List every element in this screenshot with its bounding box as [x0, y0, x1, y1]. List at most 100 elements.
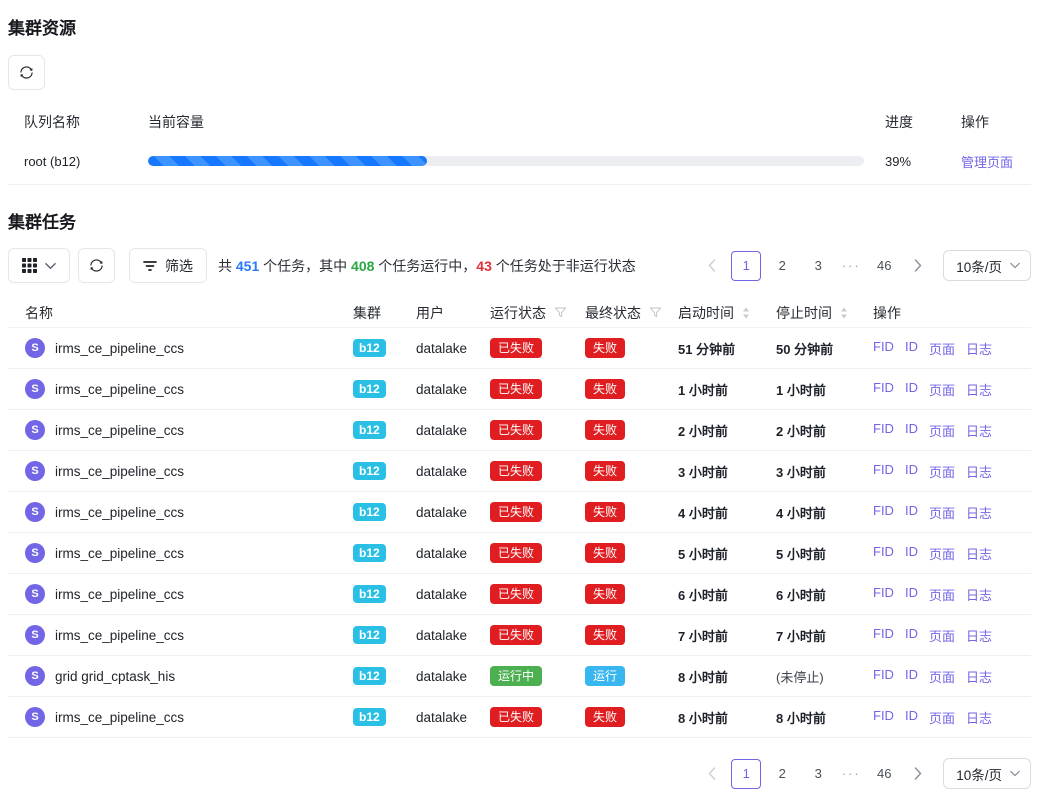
log-link[interactable]: 日志 — [966, 585, 992, 604]
refresh-tasks-button[interactable] — [78, 248, 115, 283]
id-link[interactable]: ID — [905, 708, 918, 727]
manage-page-link[interactable]: 管理页面 — [961, 155, 1013, 170]
id-link[interactable]: ID — [905, 667, 918, 686]
pagination-top: 1 2 3 ··· 46 10条/页 — [699, 250, 1031, 281]
table-row: S irms_ce_pipeline_ccs b12 datalake 已失败 … — [8, 615, 1031, 656]
page-link[interactable]: 页面 — [929, 503, 955, 522]
log-link[interactable]: 日志 — [966, 503, 992, 522]
page-button-1[interactable]: 1 — [731, 251, 761, 281]
run-status-badge: 已失败 — [490, 461, 542, 481]
page-link[interactable]: 页面 — [929, 708, 955, 727]
fid-link[interactable]: FID — [873, 380, 894, 399]
log-link[interactable]: 日志 — [966, 339, 992, 358]
page-ellipsis[interactable]: ··· — [839, 258, 863, 273]
fid-link[interactable]: FID — [873, 708, 894, 727]
funnel-icon[interactable] — [554, 306, 567, 319]
table-row: S irms_ce_pipeline_ccs b12 datalake 已失败 … — [8, 533, 1031, 574]
log-link[interactable]: 日志 — [966, 544, 992, 563]
page-link[interactable]: 页面 — [929, 339, 955, 358]
log-link[interactable]: 日志 — [966, 421, 992, 440]
queue-name: root (b12) — [24, 154, 148, 169]
stop-time: 4 小时前 — [776, 503, 873, 522]
page-size-select[interactable]: 10条/页 — [943, 758, 1031, 789]
final-status-badge: 失败 — [585, 584, 625, 604]
page-button-last[interactable]: 46 — [869, 759, 899, 789]
prev-page-button[interactable] — [699, 251, 725, 281]
page-button-3[interactable]: 3 — [803, 251, 833, 281]
col-resource-ops: 操作 — [933, 112, 1023, 132]
page-button-2[interactable]: 2 — [767, 759, 797, 789]
id-link[interactable]: ID — [905, 462, 918, 481]
refresh-resources-button[interactable] — [8, 55, 45, 90]
id-link[interactable]: ID — [905, 380, 918, 399]
summary-text: 个任务处于非运行状态 — [492, 258, 636, 274]
spark-avatar: S — [25, 502, 45, 522]
grid-icon — [22, 258, 37, 273]
filter-button[interactable]: 筛选 — [129, 248, 207, 283]
tasks-table-header: 名称 集群 用户 运行状态 最终状态 启动时间 停止时间 操作 — [8, 298, 1031, 328]
task-name: irms_ce_pipeline_ccs — [55, 464, 184, 479]
stop-time: 6 小时前 — [776, 585, 873, 604]
page-link[interactable]: 页面 — [929, 462, 955, 481]
page-link[interactable]: 页面 — [929, 585, 955, 604]
fid-link[interactable]: FID — [873, 462, 894, 481]
page-link[interactable]: 页面 — [929, 667, 955, 686]
funnel-icon[interactable] — [649, 306, 662, 319]
id-link[interactable]: ID — [905, 585, 918, 604]
tasks-table-body: S irms_ce_pipeline_ccs b12 datalake 已失败 … — [8, 328, 1031, 738]
fid-link[interactable]: FID — [873, 626, 894, 645]
user-name: datalake — [416, 546, 490, 561]
task-name: irms_ce_pipeline_ccs — [55, 546, 184, 561]
page-size-label: 10条/页 — [956, 764, 1002, 784]
failed-count: 43 — [476, 258, 492, 274]
log-link[interactable]: 日志 — [966, 380, 992, 399]
fid-link[interactable]: FID — [873, 544, 894, 563]
sorter-icon[interactable] — [742, 307, 750, 319]
column-settings-button[interactable] — [8, 248, 70, 283]
fid-link[interactable]: FID — [873, 667, 894, 686]
final-status-badge: 失败 — [585, 625, 625, 645]
table-row: S irms_ce_pipeline_ccs b12 datalake 已失败 … — [8, 697, 1031, 738]
cluster-badge: b12 — [353, 339, 386, 357]
page-link[interactable]: 页面 — [929, 421, 955, 440]
id-link[interactable]: ID — [905, 544, 918, 563]
fid-link[interactable]: FID — [873, 339, 894, 358]
fid-link[interactable]: FID — [873, 503, 894, 522]
page-button-3[interactable]: 3 — [803, 759, 833, 789]
id-link[interactable]: ID — [905, 626, 918, 645]
page-link[interactable]: 页面 — [929, 380, 955, 399]
chevron-down-icon — [1010, 770, 1020, 777]
page-link[interactable]: 页面 — [929, 626, 955, 645]
page-link[interactable]: 页面 — [929, 544, 955, 563]
cluster-badge: b12 — [353, 667, 386, 685]
page-ellipsis[interactable]: ··· — [839, 766, 863, 781]
spark-avatar: S — [25, 707, 45, 727]
filter-button-label: 筛选 — [165, 256, 193, 276]
page-size-select[interactable]: 10条/页 — [943, 250, 1031, 281]
log-link[interactable]: 日志 — [966, 708, 992, 727]
next-page-button[interactable] — [905, 251, 931, 281]
final-status-badge: 失败 — [585, 502, 625, 522]
table-row: S irms_ce_pipeline_ccs b12 datalake 已失败 … — [8, 574, 1031, 615]
log-link[interactable]: 日志 — [966, 462, 992, 481]
fid-link[interactable]: FID — [873, 421, 894, 440]
prev-page-button[interactable] — [699, 759, 725, 789]
user-name: datalake — [416, 464, 490, 479]
task-name: irms_ce_pipeline_ccs — [55, 423, 184, 438]
log-link[interactable]: 日志 — [966, 667, 992, 686]
sorter-icon[interactable] — [840, 307, 848, 319]
fid-link[interactable]: FID — [873, 585, 894, 604]
log-link[interactable]: 日志 — [966, 626, 992, 645]
next-page-button[interactable] — [905, 759, 931, 789]
page-button-last[interactable]: 46 — [869, 251, 899, 281]
page-button-1[interactable]: 1 — [731, 759, 761, 789]
table-row: S irms_ce_pipeline_ccs b12 datalake 已失败 … — [8, 451, 1031, 492]
start-time: 3 小时前 — [678, 462, 776, 481]
cluster-badge: b12 — [353, 708, 386, 726]
running-count: 408 — [351, 258, 374, 274]
page-button-2[interactable]: 2 — [767, 251, 797, 281]
id-link[interactable]: ID — [905, 503, 918, 522]
id-link[interactable]: ID — [905, 339, 918, 358]
spark-avatar: S — [25, 461, 45, 481]
id-link[interactable]: ID — [905, 421, 918, 440]
